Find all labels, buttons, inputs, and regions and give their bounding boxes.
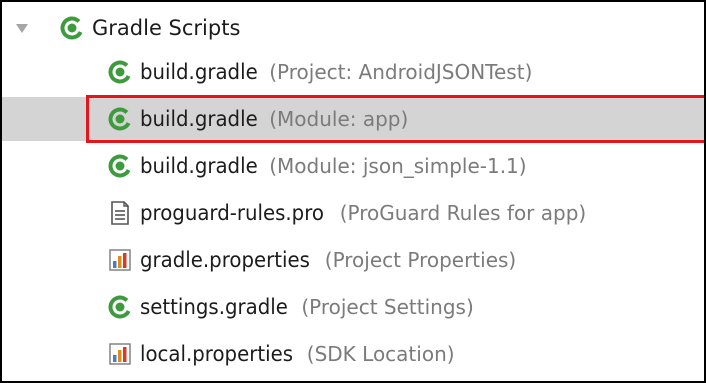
text-file-icon: [111, 201, 129, 225]
tree-item-build-gradle-app[interactable]: build.gradle (Module: app): [2, 97, 704, 141]
tree-node-label: Gradle Scripts: [92, 16, 241, 40]
tree-item-proguard-rules[interactable]: proguard-rules.pro (ProGuard Rules for a…: [2, 191, 704, 235]
tree-item-local-properties[interactable]: local.properties (SDK Location): [2, 332, 704, 376]
tree-item-settings-gradle[interactable]: settings.gradle (Project Settings): [2, 285, 704, 329]
tree-item-hint: (ProGuard Rules for app): [339, 201, 587, 225]
gradle-icon: [60, 16, 84, 40]
project-tree-panel: Gradle Scripts build.gradle (Project: An…: [0, 0, 706, 383]
tree-item-name: settings.gradle: [140, 295, 288, 319]
tree-item-hint: (Module: app): [269, 107, 409, 131]
tree-item-hint: (SDK Location): [306, 342, 455, 366]
expanded-arrow-icon[interactable]: [16, 24, 28, 33]
tree-item-name: build.gradle: [140, 154, 258, 178]
tree-item-name: build.gradle: [140, 60, 258, 84]
tree-node-gradle-scripts[interactable]: Gradle Scripts: [2, 6, 704, 50]
tree-item-gradle-properties[interactable]: gradle.properties (Project Properties): [2, 238, 704, 282]
tree-item-name: proguard-rules.pro: [140, 201, 324, 225]
gradle-icon: [108, 60, 132, 84]
tree-item-hint: (Project Settings): [301, 295, 474, 319]
tree-item-build-gradle-json-simple[interactable]: build.gradle (Module: json_simple-1.1): [2, 144, 704, 188]
gradle-icon: [108, 107, 132, 131]
tree-item-build-gradle-project[interactable]: build.gradle (Project: AndroidJSONTest): [2, 50, 704, 94]
tree-item-name: build.gradle: [140, 107, 258, 131]
properties-file-icon: [109, 343, 131, 365]
tree-item-hint: (Module: json_simple-1.1): [269, 154, 527, 178]
tree-item-name: gradle.properties: [140, 248, 310, 272]
gradle-icon: [108, 154, 132, 178]
tree-item-hint: (Project: AndroidJSONTest): [269, 60, 533, 84]
gradle-icon: [108, 295, 132, 319]
properties-file-icon: [109, 249, 131, 271]
tree-item-name: local.properties: [140, 342, 294, 366]
tree-item-hint: (Project Properties): [324, 248, 517, 272]
